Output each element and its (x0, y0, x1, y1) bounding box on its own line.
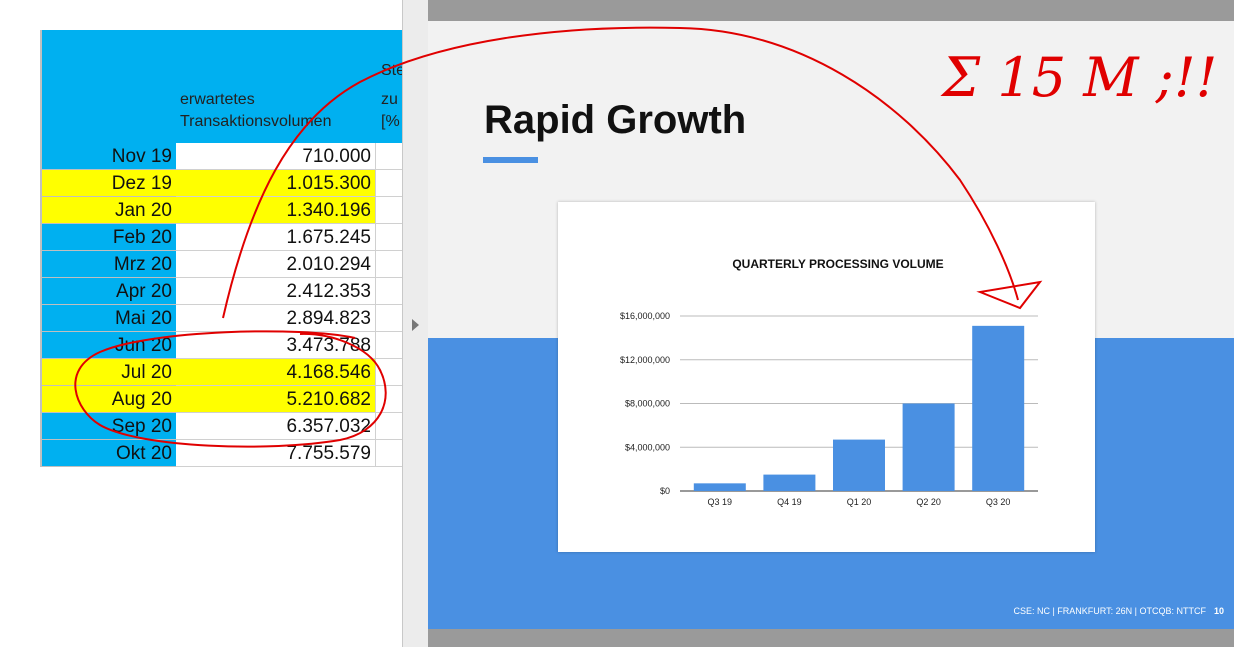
annotation-sum-text: Σ 15 M ;!! (940, 46, 1217, 109)
annotation-layer: Σ 15 M ;!! (74, 26, 1217, 448)
annotation-arrowhead (976, 280, 1043, 310)
annotation-circle (74, 330, 387, 448)
annotation-arrow-curve (222, 26, 1019, 319)
